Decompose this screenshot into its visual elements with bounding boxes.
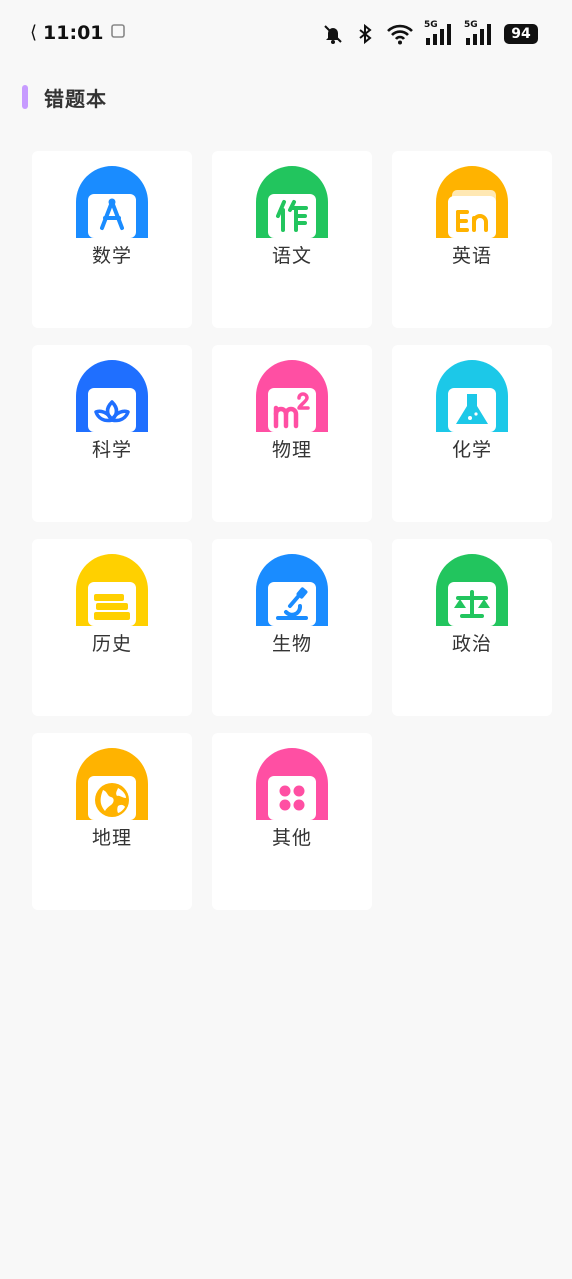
signal-icon: 5G bbox=[424, 20, 454, 46]
sprout-icon bbox=[76, 360, 148, 432]
mute-bell-icon bbox=[322, 23, 344, 45]
subject-card-physics[interactable]: 物理 bbox=[212, 345, 372, 522]
subject-card-other[interactable]: 其他 bbox=[212, 733, 372, 910]
grid-dots-icon bbox=[256, 748, 328, 820]
bluetooth-icon bbox=[354, 23, 376, 45]
subject-label: 数学 bbox=[91, 245, 132, 267]
subject-card-history[interactable]: 历史 bbox=[32, 539, 192, 716]
pen-icon bbox=[256, 166, 328, 238]
compass-icon bbox=[76, 166, 148, 238]
subject-card-chinese[interactable]: 语文 bbox=[212, 151, 372, 328]
wifi-icon bbox=[386, 23, 414, 45]
subject-card-science[interactable]: 科学 bbox=[32, 345, 192, 522]
square-meter-icon bbox=[256, 360, 328, 432]
subject-card-politics[interactable]: 政治 bbox=[392, 539, 552, 716]
subject-card-biology[interactable]: 生物 bbox=[212, 539, 372, 716]
status-time: 11:01 bbox=[43, 22, 104, 44]
subject-label: 地理 bbox=[91, 827, 132, 849]
subject-label: 语文 bbox=[271, 245, 312, 267]
back-arrow-icon[interactable]: ⟨ bbox=[30, 22, 37, 44]
subject-label: 英语 bbox=[451, 245, 492, 267]
books-icon bbox=[76, 554, 148, 626]
page-title: 错题本 bbox=[44, 86, 107, 111]
subject-label: 物理 bbox=[271, 439, 312, 461]
scale-icon bbox=[436, 554, 508, 626]
battery-indicator: 94 bbox=[504, 24, 538, 44]
subject-card-math[interactable]: 数学 bbox=[32, 151, 192, 328]
subject-label: 其他 bbox=[271, 827, 312, 849]
subject-label: 生物 bbox=[271, 633, 312, 655]
signal-icon: 5G bbox=[464, 20, 494, 46]
subject-card-chemistry[interactable]: 化学 bbox=[392, 345, 552, 522]
globe-icon bbox=[76, 748, 148, 820]
subject-card-english[interactable]: 英语 bbox=[392, 151, 552, 328]
subject-label: 历史 bbox=[91, 633, 132, 655]
subject-label: 科学 bbox=[91, 439, 132, 461]
subject-label: 化学 bbox=[451, 439, 492, 461]
section-header: 错题本 bbox=[22, 84, 107, 111]
subject-card-geography[interactable]: 地理 bbox=[32, 733, 192, 910]
screen-icon bbox=[110, 23, 126, 43]
accent-bar bbox=[22, 85, 28, 109]
status-right: 5G 5G 94 bbox=[322, 20, 538, 46]
microscope-icon bbox=[256, 554, 328, 626]
subject-label: 政治 bbox=[451, 633, 492, 655]
flask-icon bbox=[436, 360, 508, 432]
english-book-icon bbox=[436, 166, 508, 238]
status-left: ⟨ 11:01 bbox=[30, 22, 126, 44]
status-bar: ⟨ 11:01 5G 5G 94 bbox=[0, 0, 572, 68]
